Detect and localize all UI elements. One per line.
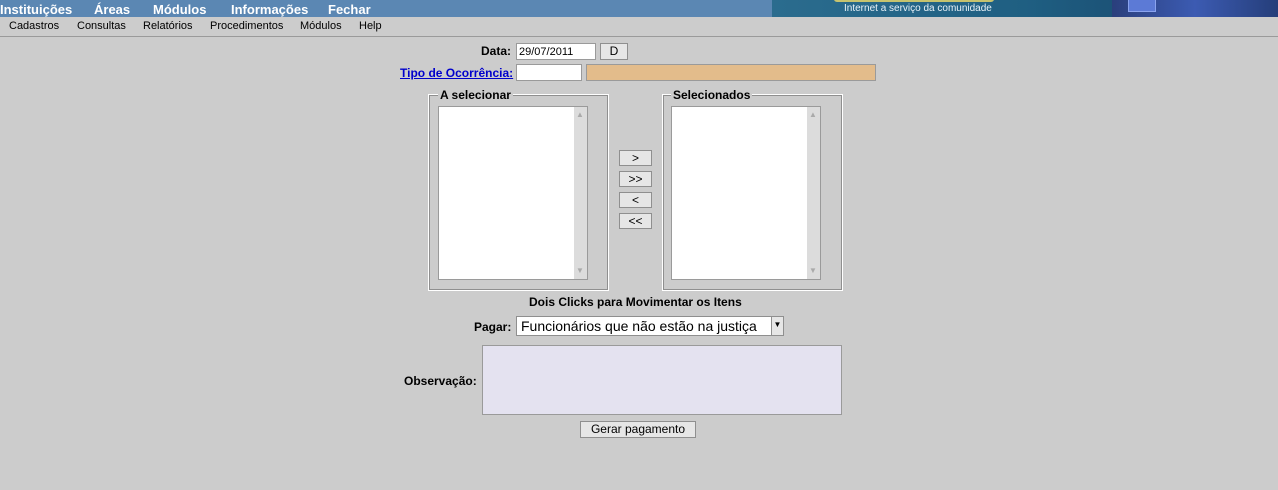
pagar-selected-value: Funcionários que não estão na justiça (521, 318, 757, 334)
date-picker-button[interactable]: D (600, 43, 628, 60)
observacao-textarea[interactable] (482, 345, 842, 415)
tipo-ocorrencia-description (586, 64, 876, 81)
scroll-down-icon[interactable]: ▼ (576, 267, 584, 275)
scroll-up-icon[interactable]: ▲ (576, 111, 584, 119)
data-label: Data: (481, 44, 512, 58)
data-input[interactable] (516, 43, 596, 60)
a-selecionar-legend: A selecionar (438, 88, 513, 102)
cube-icon (1128, 0, 1156, 12)
submenu-modulos[interactable]: Módulos (300, 20, 342, 32)
move-right-button[interactable]: > (619, 150, 652, 166)
menu-instituicoes[interactable]: Instituições (0, 2, 72, 17)
selecionados-legend: Selecionados (671, 88, 753, 102)
pagar-label: Pagar: (474, 320, 512, 334)
a-selecionar-scrollbar[interactable]: ▲ ▼ (574, 107, 587, 279)
menu-areas[interactable]: Áreas (94, 2, 130, 17)
scroll-down-icon[interactable]: ▼ (809, 267, 817, 275)
move-hint-text: Dois Clicks para Movimentar os Itens (529, 295, 742, 309)
submenu-help[interactable]: Help (359, 20, 382, 32)
submenu-relatorios[interactable]: Relatórios (143, 20, 193, 32)
top-nav-bar: Instituições Áreas Módulos Informações F… (0, 0, 1278, 17)
chevron-down-icon[interactable]: ▼ (771, 317, 783, 335)
menu-modulos[interactable]: Módulos (153, 2, 206, 17)
banner-graphic (1112, 0, 1278, 17)
scroll-up-icon[interactable]: ▲ (809, 111, 817, 119)
submenu-procedimentos[interactable]: Procedimentos (210, 20, 283, 32)
submenu-cadastros[interactable]: Cadastros (9, 20, 59, 32)
observacao-label: Observação: (404, 374, 477, 388)
menu-fechar[interactable]: Fechar (328, 2, 371, 17)
move-all-left-button[interactable]: << (619, 213, 652, 229)
a-selecionar-list[interactable]: ▲ ▼ (438, 106, 588, 280)
banner: Internet a serviço da comunidade (772, 0, 1278, 17)
banner-tagline: Internet a serviço da comunidade (844, 3, 992, 14)
selecionados-list[interactable]: ▲ ▼ (671, 106, 821, 280)
move-left-button[interactable]: < (619, 192, 652, 208)
menu-informacoes[interactable]: Informações (231, 2, 308, 17)
sub-menu: Cadastros Consultas Relatórios Procedime… (0, 17, 1278, 37)
selecionados-scrollbar[interactable]: ▲ ▼ (807, 107, 820, 279)
tipo-ocorrencia-code-input[interactable] (516, 64, 582, 81)
banner-logo (834, 0, 994, 2)
pagar-select[interactable]: Funcionários que não estão na justiça ▼ (516, 316, 784, 336)
tipo-ocorrencia-link[interactable]: Tipo de Ocorrência: (400, 66, 513, 80)
move-all-right-button[interactable]: >> (619, 171, 652, 187)
gerar-pagamento-button[interactable]: Gerar pagamento (580, 421, 696, 438)
submenu-consultas[interactable]: Consultas (77, 20, 126, 32)
